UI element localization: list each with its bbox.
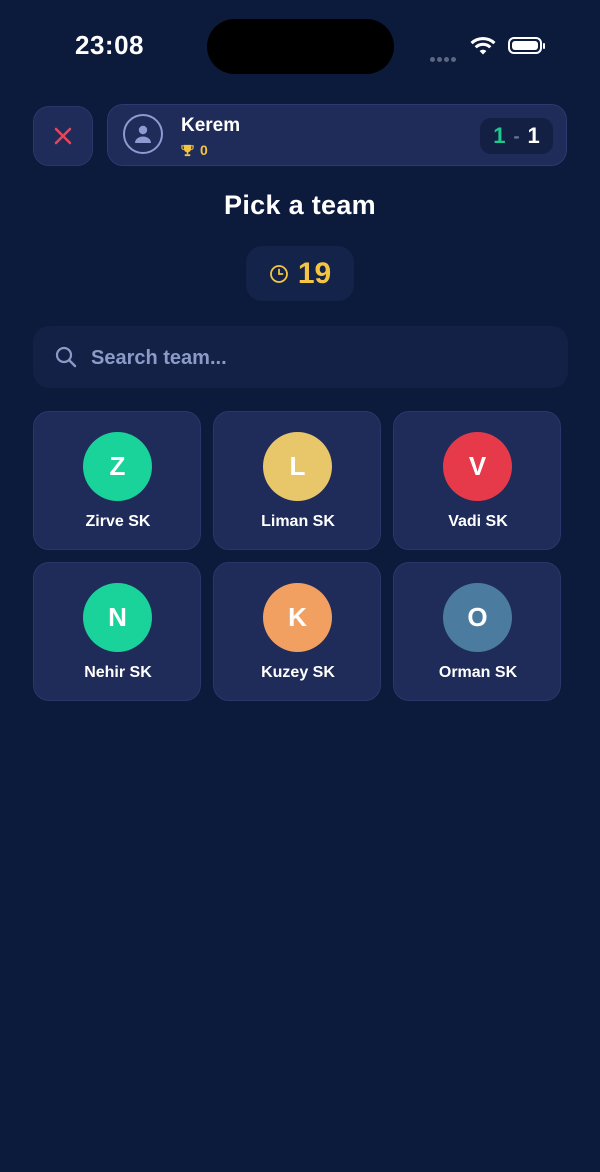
player-card: Kerem 0 1 - 1 [107,104,567,166]
team-badge: K [263,583,332,652]
team-grid: Z Zirve SK L Liman SK V Vadi SK N Nehir … [33,411,563,701]
team-card-vadi[interactable]: V Vadi SK [393,411,561,550]
team-badge: O [443,583,512,652]
battery-icon [508,37,545,54]
team-name: Kuzey SK [261,664,335,681]
countdown-timer: 19 [246,246,354,301]
status-time: 23:08 [75,30,144,60]
team-name: Liman SK [261,513,335,530]
search-input[interactable] [89,326,553,390]
wifi-icon [470,36,496,61]
team-badge: L [263,432,332,501]
match-score: 1 - 1 [480,118,553,154]
dynamic-island [207,19,394,74]
search-box[interactable] [33,326,568,390]
team-name: Zirve SK [85,513,151,530]
clock-icon [269,264,288,283]
trophy-icon [181,144,194,156]
team-card-nehir[interactable]: N Nehir SK [33,562,201,701]
team-badge: Z [83,432,152,501]
score-separator: - [513,125,520,146]
search-icon [55,346,77,368]
score-right: 1 [527,123,540,148]
team-card-orman[interactable]: O Orman SK [393,562,561,701]
player-name: Kerem [181,115,241,136]
trophy-count: 0 [200,142,208,158]
score-left: 1 [493,123,506,148]
cellular-signal-icon [430,49,458,67]
team-badge: V [443,432,512,501]
team-name: Vadi SK [448,513,508,530]
team-card-kuzey[interactable]: K Kuzey SK [213,562,381,701]
user-icon [123,114,163,154]
trophy-row: 0 [181,142,208,158]
team-picker-screen: 23:08 Kerem 0 1 - 1 Pick a team 19 Searc… [0,0,600,1172]
timer-value: 19 [297,256,332,290]
team-badge: N [83,583,152,652]
team-name: Nehir SK [84,664,152,681]
team-name: Orman SK [438,664,518,681]
page-title: Pick a team [224,190,376,220]
close-icon [54,127,72,145]
team-card-zirve[interactable]: Z Zirve SK [33,411,201,550]
close-button[interactable] [33,106,93,166]
team-card-liman[interactable]: L Liman SK [213,411,381,550]
